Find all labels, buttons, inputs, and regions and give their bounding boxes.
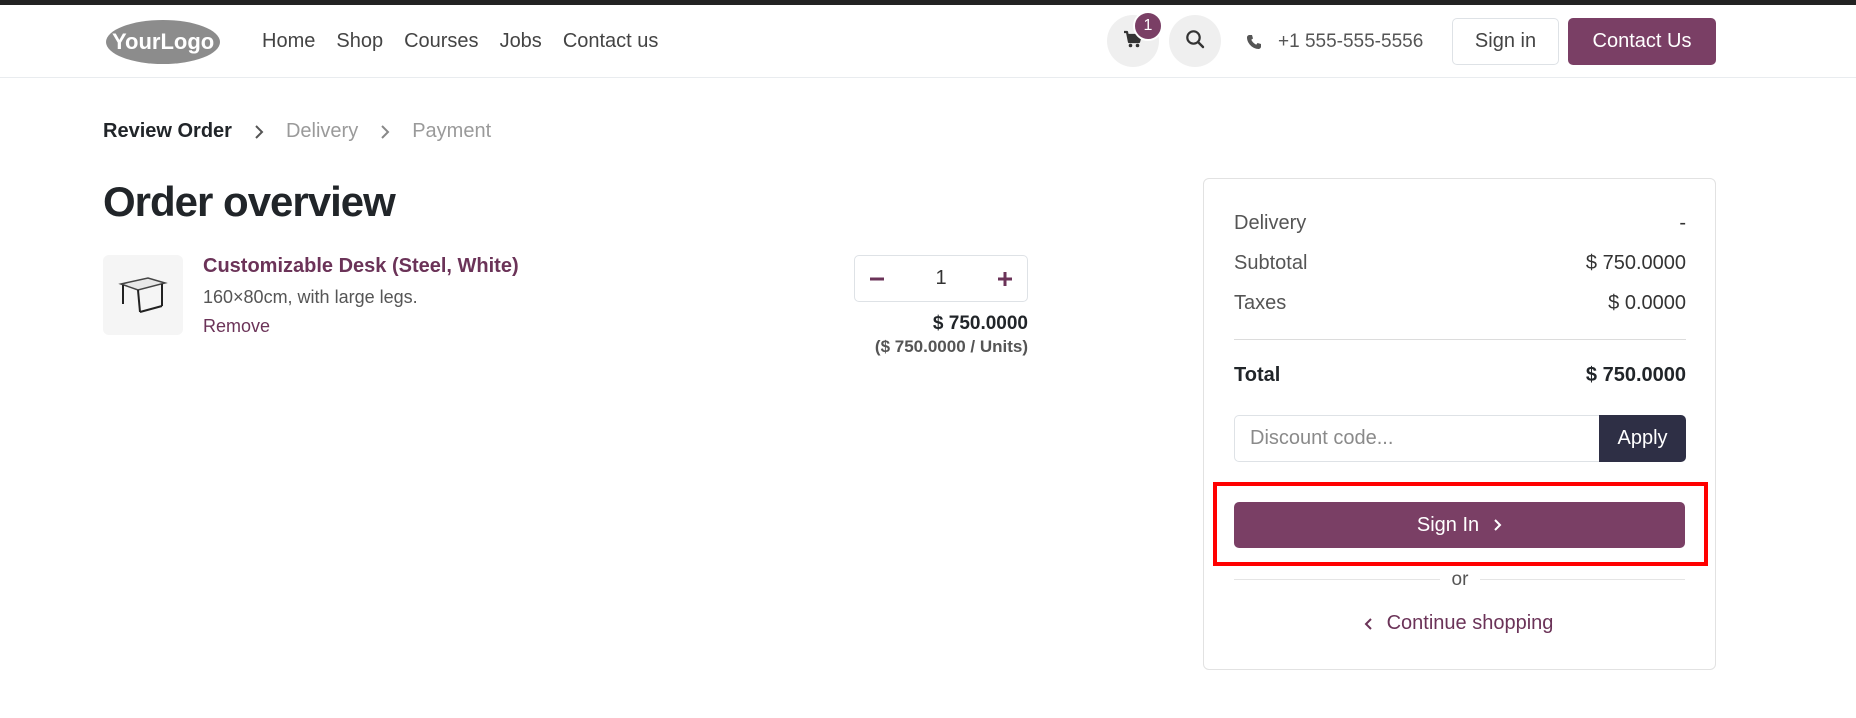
minus-icon[interactable] bbox=[869, 271, 885, 287]
product-name-link[interactable]: Customizable Desk (Steel, White) bbox=[203, 255, 519, 278]
delivery-value: - bbox=[1679, 212, 1686, 234]
nav-home[interactable]: Home bbox=[262, 30, 315, 53]
page-title: Order overview bbox=[103, 178, 396, 225]
taxes-value: $ 0.0000 bbox=[1608, 292, 1686, 314]
contact-us-button[interactable]: Contact Us bbox=[1568, 18, 1716, 65]
taxes-label: Taxes bbox=[1234, 292, 1287, 314]
unit-price: ($ 750.0000 / Units) bbox=[874, 337, 1028, 356]
phone-contact[interactable]: +1 555-555-5556 bbox=[1246, 5, 1423, 78]
chevron-right-icon bbox=[254, 124, 264, 139]
summary-row-subtotal: Subtotal $ 750.0000 bbox=[1234, 252, 1686, 275]
step-review-order: Review Order bbox=[103, 120, 232, 142]
discount-code-input[interactable] bbox=[1234, 415, 1599, 462]
discount-form: Apply bbox=[1234, 415, 1686, 462]
continue-shopping-label: Continue shopping bbox=[1386, 612, 1554, 634]
checkout-signin-button[interactable]: Sign In bbox=[1234, 502, 1685, 548]
remove-link[interactable]: Remove bbox=[203, 316, 270, 337]
chevron-right-icon bbox=[380, 124, 390, 139]
plus-icon[interactable] bbox=[997, 271, 1013, 287]
summary-divider bbox=[1234, 339, 1686, 340]
chevron-left-icon bbox=[1364, 617, 1373, 631]
site-logo[interactable]: YourLogo bbox=[103, 16, 223, 66]
phone-number: +1 555-555-5556 bbox=[1278, 30, 1424, 52]
quantity-value[interactable]: 1 bbox=[935, 267, 946, 290]
product-description: 160×80cm, with large legs. bbox=[203, 287, 418, 307]
step-delivery[interactable]: Delivery bbox=[286, 120, 358, 143]
nav-courses[interactable]: Courses bbox=[404, 30, 478, 53]
delivery-label: Delivery bbox=[1234, 212, 1307, 234]
nav-shop[interactable]: Shop bbox=[336, 30, 383, 53]
cart-count-badge: 1 bbox=[1133, 11, 1163, 41]
search-icon bbox=[1185, 29, 1205, 54]
apply-discount-button[interactable]: Apply bbox=[1599, 415, 1686, 462]
checkout-signin-label: Sign In bbox=[1416, 513, 1480, 536]
nav-contact[interactable]: Contact us bbox=[563, 30, 659, 53]
step-payment[interactable]: Payment bbox=[412, 120, 491, 143]
subtotal-label: Subtotal bbox=[1234, 252, 1308, 274]
summary-row-taxes: Taxes $ 0.0000 bbox=[1234, 292, 1686, 315]
total-value: $ 750.0000 bbox=[1585, 364, 1686, 386]
logo-text: YourLogo bbox=[112, 29, 214, 54]
or-label: or bbox=[1440, 569, 1480, 591]
summary-row-total: Total $ 750.0000 bbox=[1234, 364, 1686, 387]
search-button[interactable] bbox=[1169, 15, 1221, 67]
chevron-right-icon bbox=[1493, 518, 1502, 532]
quantity-stepper: 1 bbox=[854, 255, 1028, 302]
header-signin-button[interactable]: Sign in bbox=[1452, 18, 1559, 65]
summary-row-delivery: Delivery - bbox=[1234, 212, 1686, 235]
subtotal-value: $ 750.0000 bbox=[1585, 252, 1686, 274]
phone-icon bbox=[1246, 34, 1262, 50]
product-image[interactable] bbox=[103, 255, 183, 335]
continue-shopping-link[interactable]: Continue shopping bbox=[1233, 612, 1684, 635]
checkout-breadcrumb: Review Order Delivery Payment bbox=[103, 120, 491, 143]
order-summary-card: Delivery - Subtotal $ 750.0000 Taxes $ 0… bbox=[1203, 178, 1716, 670]
line-price: $ 750.0000 bbox=[932, 313, 1028, 334]
nav-jobs[interactable]: Jobs bbox=[500, 30, 542, 53]
total-label: Total bbox=[1234, 364, 1281, 386]
site-header: YourLogo Home Shop Courses Jobs Contact … bbox=[0, 5, 1856, 78]
main-nav: Home Shop Courses Jobs Contact us bbox=[262, 5, 679, 78]
